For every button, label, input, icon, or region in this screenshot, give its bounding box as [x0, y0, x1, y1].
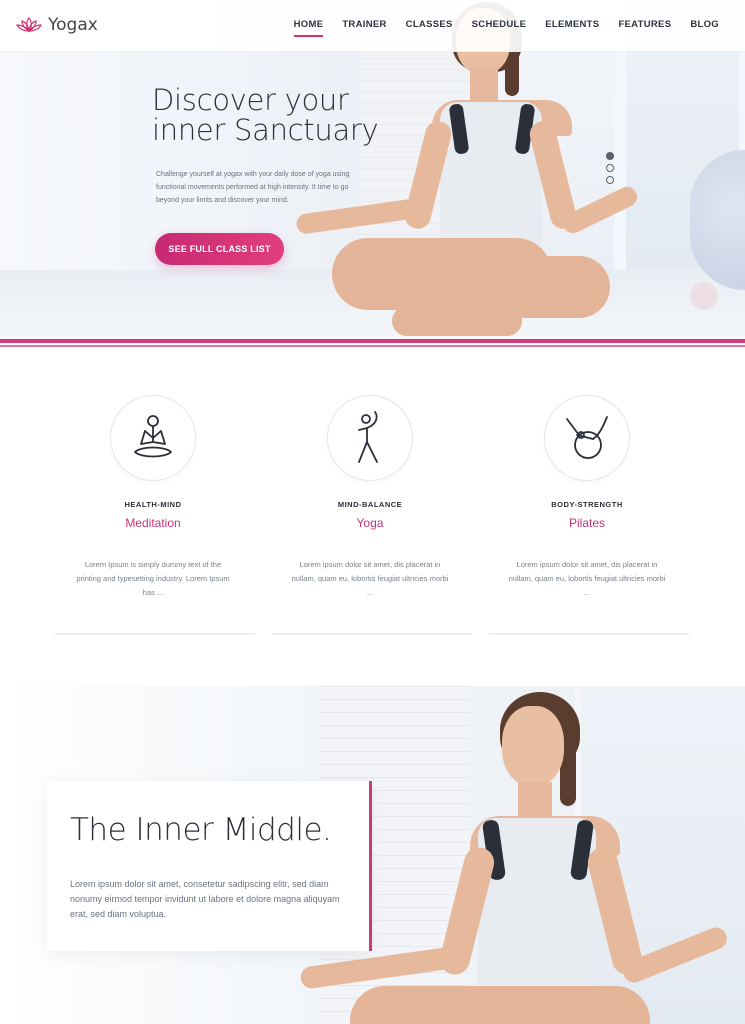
feature-icon-circle	[544, 395, 630, 481]
feature-divider	[489, 633, 689, 635]
feature-text: Lorem ipsum dolor sit amet, dis placerat…	[291, 560, 449, 597]
meditation-icon	[134, 415, 172, 458]
hero-description: Challenge yourself at yogax with your da…	[156, 171, 350, 204]
feature-kicker: MIND-BALANCE	[337, 500, 403, 509]
feature-text: Lorem Ipsum is simply dummy text of the …	[76, 560, 230, 597]
hero-title: Discover your inner Sanctuary	[152, 83, 379, 147]
nav-features[interactable]: FEATURES	[618, 19, 671, 30]
nav-schedule[interactable]: SCHEDULE	[472, 19, 527, 30]
site-header: Yogax HOME TRAINER CLASSES SCHEDULE ELEM…	[0, 0, 745, 52]
nav-classes[interactable]: CLASSES	[406, 19, 453, 30]
pilates-ball-icon	[566, 416, 608, 459]
nav-trainer[interactable]: TRAINER	[342, 19, 386, 30]
slider-pagination	[606, 152, 614, 184]
slider-dot-2[interactable]	[606, 164, 614, 172]
slider-dot-1[interactable]	[606, 152, 614, 160]
feature-kicker: BODY-STRENGTH	[551, 500, 623, 509]
hero-title-line: inner Sanctuary	[152, 113, 379, 147]
logo-text: Yogax	[48, 15, 98, 35]
hero-divider	[0, 339, 745, 343]
section-text: Lorem ipsum dolor sit amet, consetetur s…	[70, 879, 340, 919]
feature-meditation: HEALTH-MIND Meditation Lorem Ipsum is si…	[53, 395, 253, 600]
see-full-class-list-button[interactable]: SEE FULL CLASS LIST	[155, 233, 284, 265]
hero-title-line: Discover your	[152, 83, 349, 117]
feature-text: Lorem ipsum dolor sit amet, dis placerat…	[508, 560, 666, 597]
feature-yoga: MIND-BALANCE Yoga Lorem ipsum dolor sit …	[270, 395, 470, 600]
nav-home[interactable]: HOME	[293, 19, 324, 37]
yoga-pose-icon	[358, 411, 378, 463]
hero-divider	[0, 345, 745, 347]
feature-kicker: HEALTH-MIND	[124, 500, 182, 509]
card-accent-bar	[369, 781, 372, 951]
feature-divider	[272, 633, 472, 635]
slider-dot-3[interactable]	[606, 176, 614, 184]
feature-icon-circle	[327, 395, 413, 481]
feature-title[interactable]: Meditation	[53, 516, 253, 530]
lotus-icon	[16, 16, 42, 33]
feature-icon-circle	[110, 395, 196, 481]
feature-title[interactable]: Pilates	[487, 516, 687, 530]
nav-elements[interactable]: ELEMENTS	[545, 19, 599, 30]
section-title: The Inner Middle.	[70, 812, 332, 848]
inner-middle-card	[47, 781, 369, 951]
feature-title[interactable]: Yoga	[270, 516, 470, 530]
logo[interactable]: Yogax	[16, 15, 98, 35]
nav-blog[interactable]: BLOG	[690, 19, 719, 30]
main-nav: HOME TRAINER CLASSES SCHEDULE ELEMENTS F…	[293, 19, 719, 37]
feature-divider	[55, 633, 255, 635]
feature-pilates: BODY-STRENGTH Pilates Lorem ipsum dolor …	[487, 395, 687, 600]
